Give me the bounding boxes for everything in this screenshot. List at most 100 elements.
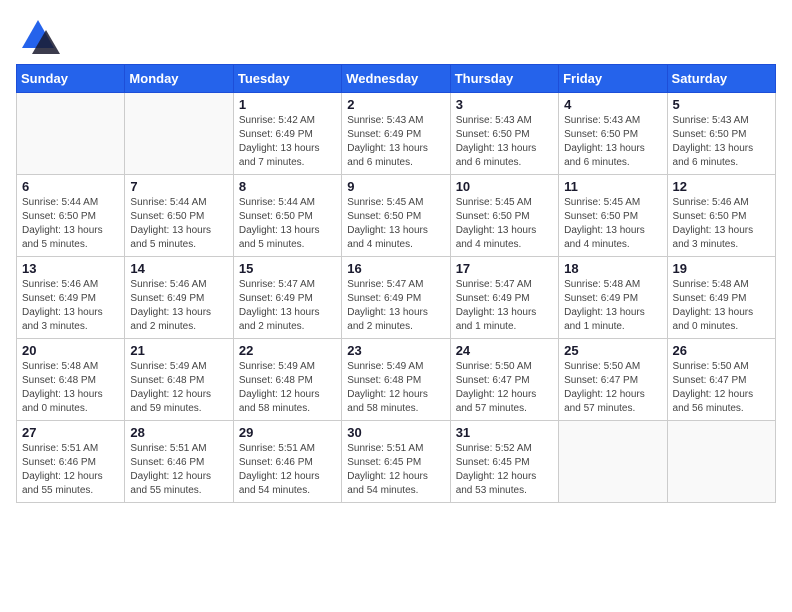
day-number: 24 (456, 343, 553, 358)
calendar-day-cell: 23 Sunrise: 5:49 AM Sunset: 6:48 PM Dayli… (342, 339, 450, 421)
day-detail-text: Sunrise: 5:44 AM Sunset: 6:50 PM Dayligh… (130, 196, 227, 252)
calendar-day-cell: 14Sunrise: 5:46 AM Sunset: 6:49 PM Dayli… (125, 257, 233, 339)
calendar-day-cell: 28 Sunrise: 5:51 AM Sunset: 6:46 PM Dayli… (125, 421, 233, 503)
day-detail-text: Sunrise: 5:46 AM Sunset: 6:50 PM Dayligh… (673, 196, 770, 252)
day-number: 23 (347, 343, 444, 358)
day-detail-text: Sunrise: 5:43 AM Sunset: 6:50 PM Dayligh… (456, 114, 553, 170)
calendar-day-cell: 11 Sunrise: 5:45 AM Sunset: 6:50 PM Dayli… (559, 175, 667, 257)
calendar-day-cell: 31 Sunrise: 5:52 AM Sunset: 6:45 PM Dayli… (450, 421, 558, 503)
day-number: 30 (347, 425, 444, 440)
day-number: 11 (564, 179, 661, 194)
calendar-week-row: 6 Sunrise: 5:44 AM Sunset: 6:50 PM Daylig… (17, 175, 776, 257)
day-number: 31 (456, 425, 553, 440)
calendar-table: SundayMondayTuesdayWednesdayThursdayFrid… (16, 64, 776, 503)
day-number: 16 (347, 261, 444, 276)
calendar-week-row: 20Sunrise: 5:48 AM Sunset: 6:48 PM Dayli… (17, 339, 776, 421)
calendar-day-cell: 5 Sunrise: 5:43 AM Sunset: 6:50 PM Daylig… (667, 93, 775, 175)
day-of-week-header: Tuesday (233, 65, 341, 93)
day-number: 3 (456, 97, 553, 112)
day-number: 10 (456, 179, 553, 194)
calendar-day-cell (667, 421, 775, 503)
calendar-day-cell: 6 Sunrise: 5:44 AM Sunset: 6:50 PM Daylig… (17, 175, 125, 257)
calendar-day-cell: 3 Sunrise: 5:43 AM Sunset: 6:50 PM Daylig… (450, 93, 558, 175)
calendar-day-cell: 1Sunrise: 5:42 AM Sunset: 6:49 PM Daylig… (233, 93, 341, 175)
calendar-day-cell: 16 Sunrise: 5:47 AM Sunset: 6:49 PM Dayli… (342, 257, 450, 339)
day-detail-text: Sunrise: 5:45 AM Sunset: 6:50 PM Dayligh… (347, 196, 444, 252)
calendar-week-row: 13 Sunrise: 5:46 AM Sunset: 6:49 PM Dayli… (17, 257, 776, 339)
calendar-day-cell (559, 421, 667, 503)
calendar-day-cell: 29 Sunrise: 5:51 AM Sunset: 6:46 PM Dayli… (233, 421, 341, 503)
calendar-day-cell: 24 Sunrise: 5:50 AM Sunset: 6:47 PM Dayli… (450, 339, 558, 421)
day-detail-text: Sunrise: 5:43 AM Sunset: 6:49 PM Dayligh… (347, 114, 444, 170)
day-number: 12 (673, 179, 770, 194)
day-number: 8 (239, 179, 336, 194)
day-number: 7 (130, 179, 227, 194)
day-detail-text: Sunrise: 5:51 AM Sunset: 6:46 PM Dayligh… (239, 442, 336, 498)
calendar-day-cell: 22Sunrise: 5:49 AM Sunset: 6:48 PM Dayli… (233, 339, 341, 421)
calendar-day-cell: 12 Sunrise: 5:46 AM Sunset: 6:50 PM Dayli… (667, 175, 775, 257)
day-detail-text: Sunrise: 5:51 AM Sunset: 6:45 PM Dayligh… (347, 442, 444, 498)
day-detail-text: Sunrise: 5:48 AM Sunset: 6:49 PM Dayligh… (673, 278, 770, 334)
day-number: 17 (456, 261, 553, 276)
day-detail-text: Sunrise: 5:48 AM Sunset: 6:49 PM Dayligh… (564, 278, 661, 334)
calendar-day-cell (125, 93, 233, 175)
day-of-week-header: Monday (125, 65, 233, 93)
day-number: 2 (347, 97, 444, 112)
day-detail-text: Sunrise: 5:45 AM Sunset: 6:50 PM Dayligh… (456, 196, 553, 252)
day-detail-text: Sunrise: 5:44 AM Sunset: 6:50 PM Dayligh… (239, 196, 336, 252)
calendar-week-row: 1Sunrise: 5:42 AM Sunset: 6:49 PM Daylig… (17, 93, 776, 175)
day-of-week-header: Saturday (667, 65, 775, 93)
calendar-day-cell: 2 Sunrise: 5:43 AM Sunset: 6:49 PM Daylig… (342, 93, 450, 175)
day-detail-text: Sunrise: 5:49 AM Sunset: 6:48 PM Dayligh… (347, 360, 444, 416)
day-detail-text: Sunrise: 5:52 AM Sunset: 6:45 PM Dayligh… (456, 442, 553, 498)
day-of-week-header: Thursday (450, 65, 558, 93)
day-detail-text: Sunrise: 5:42 AM Sunset: 6:49 PM Dayligh… (239, 114, 336, 170)
day-detail-text: Sunrise: 5:47 AM Sunset: 6:49 PM Dayligh… (456, 278, 553, 334)
day-number: 6 (22, 179, 119, 194)
day-number: 28 (130, 425, 227, 440)
day-detail-text: Sunrise: 5:51 AM Sunset: 6:46 PM Dayligh… (22, 442, 119, 498)
day-detail-text: Sunrise: 5:50 AM Sunset: 6:47 PM Dayligh… (673, 360, 770, 416)
day-number: 13 (22, 261, 119, 276)
day-detail-text: Sunrise: 5:50 AM Sunset: 6:47 PM Dayligh… (456, 360, 553, 416)
logo-icon (16, 16, 60, 54)
day-detail-text: Sunrise: 5:43 AM Sunset: 6:50 PM Dayligh… (564, 114, 661, 170)
day-of-week-header: Sunday (17, 65, 125, 93)
day-of-week-header: Friday (559, 65, 667, 93)
calendar-day-cell: 10 Sunrise: 5:45 AM Sunset: 6:50 PM Dayli… (450, 175, 558, 257)
day-detail-text: Sunrise: 5:46 AM Sunset: 6:49 PM Dayligh… (130, 278, 227, 334)
calendar-day-cell: 26 Sunrise: 5:50 AM Sunset: 6:47 PM Dayli… (667, 339, 775, 421)
day-detail-text: Sunrise: 5:51 AM Sunset: 6:46 PM Dayligh… (130, 442, 227, 498)
day-detail-text: Sunrise: 5:49 AM Sunset: 6:48 PM Dayligh… (130, 360, 227, 416)
calendar-day-cell: 4Sunrise: 5:43 AM Sunset: 6:50 PM Daylig… (559, 93, 667, 175)
day-detail-text: Sunrise: 5:43 AM Sunset: 6:50 PM Dayligh… (673, 114, 770, 170)
day-number: 22 (239, 343, 336, 358)
day-number: 18 (564, 261, 661, 276)
day-detail-text: Sunrise: 5:44 AM Sunset: 6:50 PM Dayligh… (22, 196, 119, 252)
day-number: 25 (564, 343, 661, 358)
day-detail-text: Sunrise: 5:45 AM Sunset: 6:50 PM Dayligh… (564, 196, 661, 252)
calendar-day-cell: 8 Sunrise: 5:44 AM Sunset: 6:50 PM Daylig… (233, 175, 341, 257)
day-number: 9 (347, 179, 444, 194)
day-number: 29 (239, 425, 336, 440)
calendar-week-row: 27 Sunrise: 5:51 AM Sunset: 6:46 PM Dayli… (17, 421, 776, 503)
day-number: 15 (239, 261, 336, 276)
day-number: 27 (22, 425, 119, 440)
calendar-day-cell: 17 Sunrise: 5:47 AM Sunset: 6:49 PM Dayli… (450, 257, 558, 339)
day-detail-text: Sunrise: 5:50 AM Sunset: 6:47 PM Dayligh… (564, 360, 661, 416)
day-of-week-header: Wednesday (342, 65, 450, 93)
day-number: 5 (673, 97, 770, 112)
calendar-day-cell: 30 Sunrise: 5:51 AM Sunset: 6:45 PM Dayli… (342, 421, 450, 503)
calendar-day-cell: 25 Sunrise: 5:50 AM Sunset: 6:47 PM Dayli… (559, 339, 667, 421)
calendar-day-cell: 19Sunrise: 5:48 AM Sunset: 6:49 PM Dayli… (667, 257, 775, 339)
logo (16, 16, 64, 54)
page-header (16, 16, 776, 54)
calendar-day-cell: 9 Sunrise: 5:45 AM Sunset: 6:50 PM Daylig… (342, 175, 450, 257)
calendar-day-cell: 21Sunrise: 5:49 AM Sunset: 6:48 PM Dayli… (125, 339, 233, 421)
calendar-day-cell: 7 Sunrise: 5:44 AM Sunset: 6:50 PM Daylig… (125, 175, 233, 257)
calendar-day-cell: 20Sunrise: 5:48 AM Sunset: 6:48 PM Dayli… (17, 339, 125, 421)
calendar-day-cell (17, 93, 125, 175)
day-number: 26 (673, 343, 770, 358)
day-detail-text: Sunrise: 5:47 AM Sunset: 6:49 PM Dayligh… (347, 278, 444, 334)
calendar-day-cell: 27 Sunrise: 5:51 AM Sunset: 6:46 PM Dayli… (17, 421, 125, 503)
